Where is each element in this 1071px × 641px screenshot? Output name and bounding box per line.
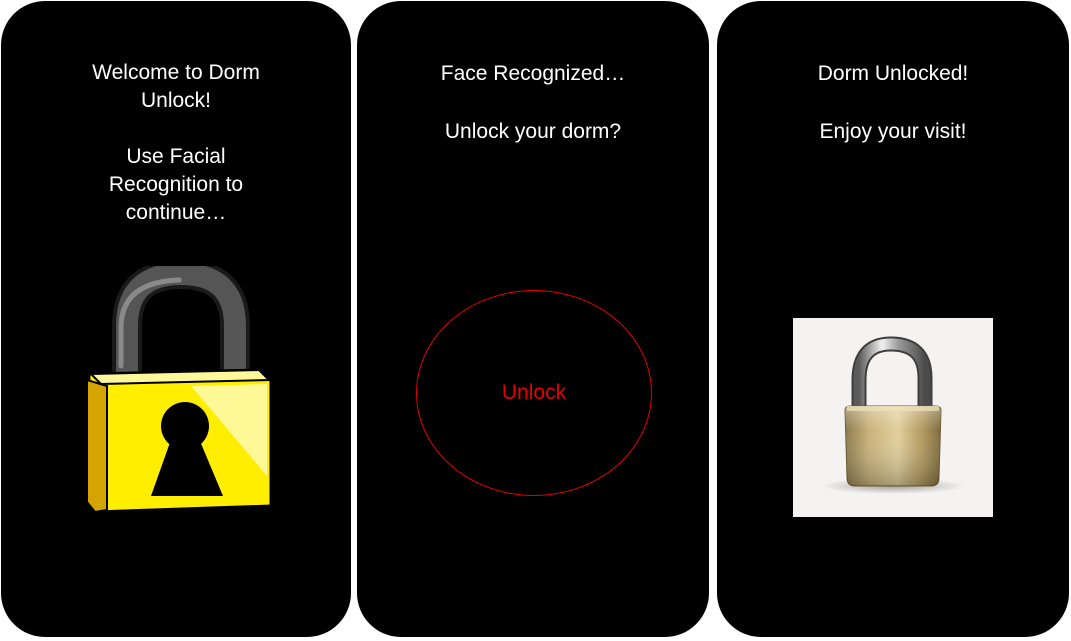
- unlock-button-label: Unlock: [501, 381, 567, 404]
- locked-padlock-icon: [85, 266, 273, 514]
- welcome-title: Welcome to Dorm Unlock!: [92, 61, 260, 112]
- face-recognition-prompt: Use Facial Recognition to continue…: [108, 145, 244, 224]
- unlocked-padlock-icon: [793, 318, 993, 517]
- screen-welcome: Welcome to Dorm Unlock! Use Facial Recog…: [1, 1, 351, 637]
- visit-message: Enjoy your visit!: [819, 120, 967, 143]
- unlock-question: Unlock your dorm?: [444, 120, 622, 143]
- unlock-button[interactable]: Unlock: [416, 290, 652, 496]
- unlock-status: Dorm Unlocked!: [817, 62, 969, 85]
- screen-face-recognized: Face Recognized… Unlock your dorm? Unloc…: [357, 1, 709, 637]
- screen-dorm-unlocked: Dorm Unlocked! Enjoy your visit!: [717, 1, 1069, 637]
- recognition-status: Face Recognized…: [440, 62, 626, 85]
